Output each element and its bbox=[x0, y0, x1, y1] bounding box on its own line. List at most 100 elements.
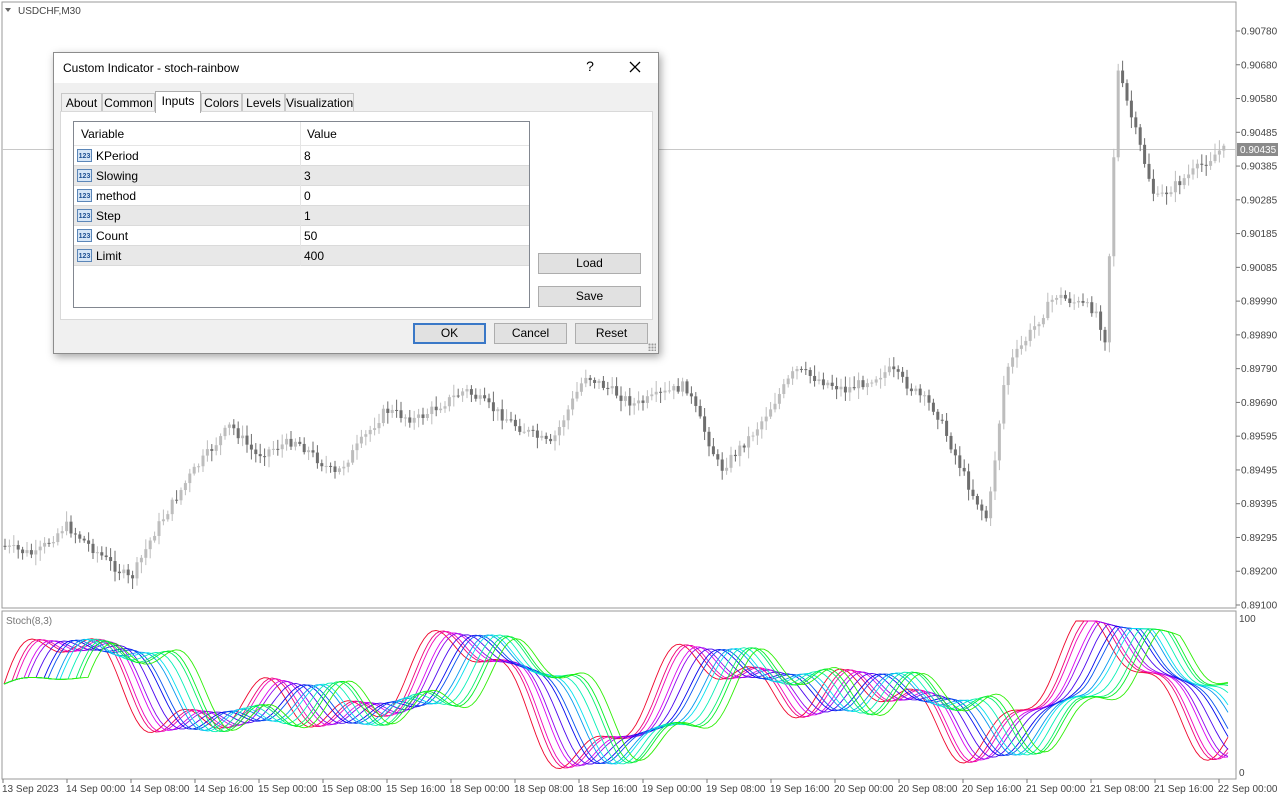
candle-body bbox=[175, 499, 179, 501]
candle-body bbox=[87, 540, 91, 544]
resize-grip-icon[interactable] bbox=[648, 343, 656, 351]
table-row[interactable]: 123 KPeriod 8 bbox=[74, 146, 529, 166]
param-value[interactable]: 400 bbox=[304, 249, 324, 263]
indicator-label: Stoch(8,3) bbox=[6, 616, 52, 627]
dialog-titlebar[interactable]: Custom Indicator - stoch-rainbow ? bbox=[54, 53, 658, 83]
table-header: Variable Value bbox=[74, 122, 529, 146]
price-label: 0.89890 bbox=[1241, 330, 1278, 341]
candle-body bbox=[597, 380, 601, 383]
time-label: 19 Sep 00:00 bbox=[642, 784, 702, 795]
table-row[interactable]: 123 Step 1 bbox=[74, 206, 529, 226]
candle-body bbox=[676, 386, 680, 392]
ok-button[interactable]: OK bbox=[413, 323, 486, 344]
candle-body bbox=[289, 438, 293, 447]
candle-body bbox=[1134, 117, 1138, 128]
candle-body bbox=[1107, 256, 1111, 343]
candle-body bbox=[1173, 181, 1177, 193]
candle-body bbox=[258, 454, 262, 457]
param-value[interactable]: 0 bbox=[304, 189, 311, 203]
candle-body bbox=[747, 436, 751, 448]
candle-body bbox=[241, 435, 245, 439]
candle-body bbox=[1024, 340, 1028, 346]
candle-body bbox=[544, 435, 548, 439]
candle-body bbox=[562, 420, 566, 428]
price-label: 0.89690 bbox=[1241, 398, 1278, 409]
candle-body bbox=[857, 380, 861, 389]
save-button[interactable]: Save bbox=[538, 286, 641, 307]
price-label: 0.90780 bbox=[1241, 27, 1278, 38]
candle-body bbox=[465, 389, 469, 392]
candle-body bbox=[381, 408, 385, 424]
candle-body bbox=[557, 427, 561, 436]
candle-body bbox=[751, 435, 755, 437]
tab-common[interactable]: Common bbox=[102, 93, 155, 111]
param-value[interactable]: 8 bbox=[304, 149, 311, 163]
candle-body bbox=[390, 409, 394, 413]
inputs-table[interactable]: Variable Value 123 KPeriod 8 123 Slowing… bbox=[73, 121, 530, 308]
tab-inputs[interactable]: Inputs bbox=[155, 91, 201, 113]
candle-body bbox=[901, 371, 905, 377]
candle-body bbox=[461, 391, 465, 396]
param-value[interactable]: 3 bbox=[304, 169, 311, 183]
table-row[interactable]: 123 Count 50 bbox=[74, 226, 529, 246]
candle-body bbox=[914, 388, 918, 392]
candle-body bbox=[997, 423, 1001, 461]
time-label: 22 Sep 00:00 bbox=[1218, 784, 1278, 795]
candle-body bbox=[1055, 297, 1059, 300]
candle-body bbox=[1169, 192, 1173, 195]
candle-body bbox=[148, 540, 152, 550]
candle-body bbox=[729, 454, 733, 468]
cancel-button[interactable]: Cancel bbox=[494, 323, 567, 344]
tab-about[interactable]: About bbox=[61, 93, 102, 111]
candle-body bbox=[82, 538, 86, 541]
candle-body bbox=[637, 400, 641, 404]
column-separator[interactable] bbox=[300, 122, 301, 266]
candle-body bbox=[342, 466, 346, 469]
int-param-icon: 123 bbox=[77, 249, 92, 262]
candle-body bbox=[496, 409, 500, 412]
table-row[interactable]: 123 Limit 400 bbox=[74, 246, 529, 266]
candle-body bbox=[628, 396, 632, 406]
load-button[interactable]: Load bbox=[538, 253, 641, 274]
table-row[interactable]: 123 method 0 bbox=[74, 186, 529, 206]
candle-body bbox=[659, 391, 663, 393]
reset-button[interactable]: Reset bbox=[575, 323, 648, 344]
candle-body bbox=[131, 575, 135, 579]
custom-indicator-dialog: Custom Indicator - stoch-rainbow ? About… bbox=[53, 52, 659, 354]
candle-body bbox=[509, 419, 513, 421]
candle-body bbox=[1090, 302, 1094, 314]
int-param-icon: 123 bbox=[77, 169, 92, 182]
candle-body bbox=[905, 376, 909, 389]
candle-body bbox=[513, 419, 517, 427]
candle-body bbox=[307, 450, 311, 453]
close-button[interactable] bbox=[624, 56, 646, 78]
candle-body bbox=[51, 542, 55, 544]
candle-body bbox=[980, 504, 984, 511]
candle-body bbox=[967, 471, 971, 490]
candle-body bbox=[351, 450, 355, 463]
current-price-value: 0.90435 bbox=[1240, 145, 1277, 156]
candle-body bbox=[245, 435, 249, 445]
param-value[interactable]: 50 bbox=[304, 229, 317, 243]
candle-body bbox=[817, 379, 821, 382]
table-row[interactable]: 123 Slowing 3 bbox=[74, 166, 529, 186]
candle-body bbox=[1187, 174, 1191, 179]
tab-levels[interactable]: Levels bbox=[242, 93, 285, 111]
price-label: 0.90485 bbox=[1241, 128, 1278, 139]
candle-body bbox=[720, 459, 724, 471]
param-value[interactable]: 1 bbox=[304, 209, 311, 223]
candle-body bbox=[333, 466, 337, 472]
candle-body bbox=[535, 430, 539, 438]
time-label: 21 Sep 08:00 bbox=[1090, 784, 1150, 795]
time-label: 19 Sep 08:00 bbox=[706, 784, 766, 795]
tab-visualization[interactable]: Visualization bbox=[285, 93, 354, 111]
help-button[interactable]: ? bbox=[582, 58, 598, 74]
candle-body bbox=[826, 382, 830, 386]
candle-body bbox=[962, 467, 966, 472]
candle-body bbox=[1094, 311, 1098, 314]
candle-body bbox=[373, 428, 377, 430]
tab-colors[interactable]: Colors bbox=[201, 93, 242, 111]
candle-body bbox=[1019, 345, 1023, 349]
candle-body bbox=[170, 499, 174, 515]
candle-body bbox=[430, 406, 434, 415]
